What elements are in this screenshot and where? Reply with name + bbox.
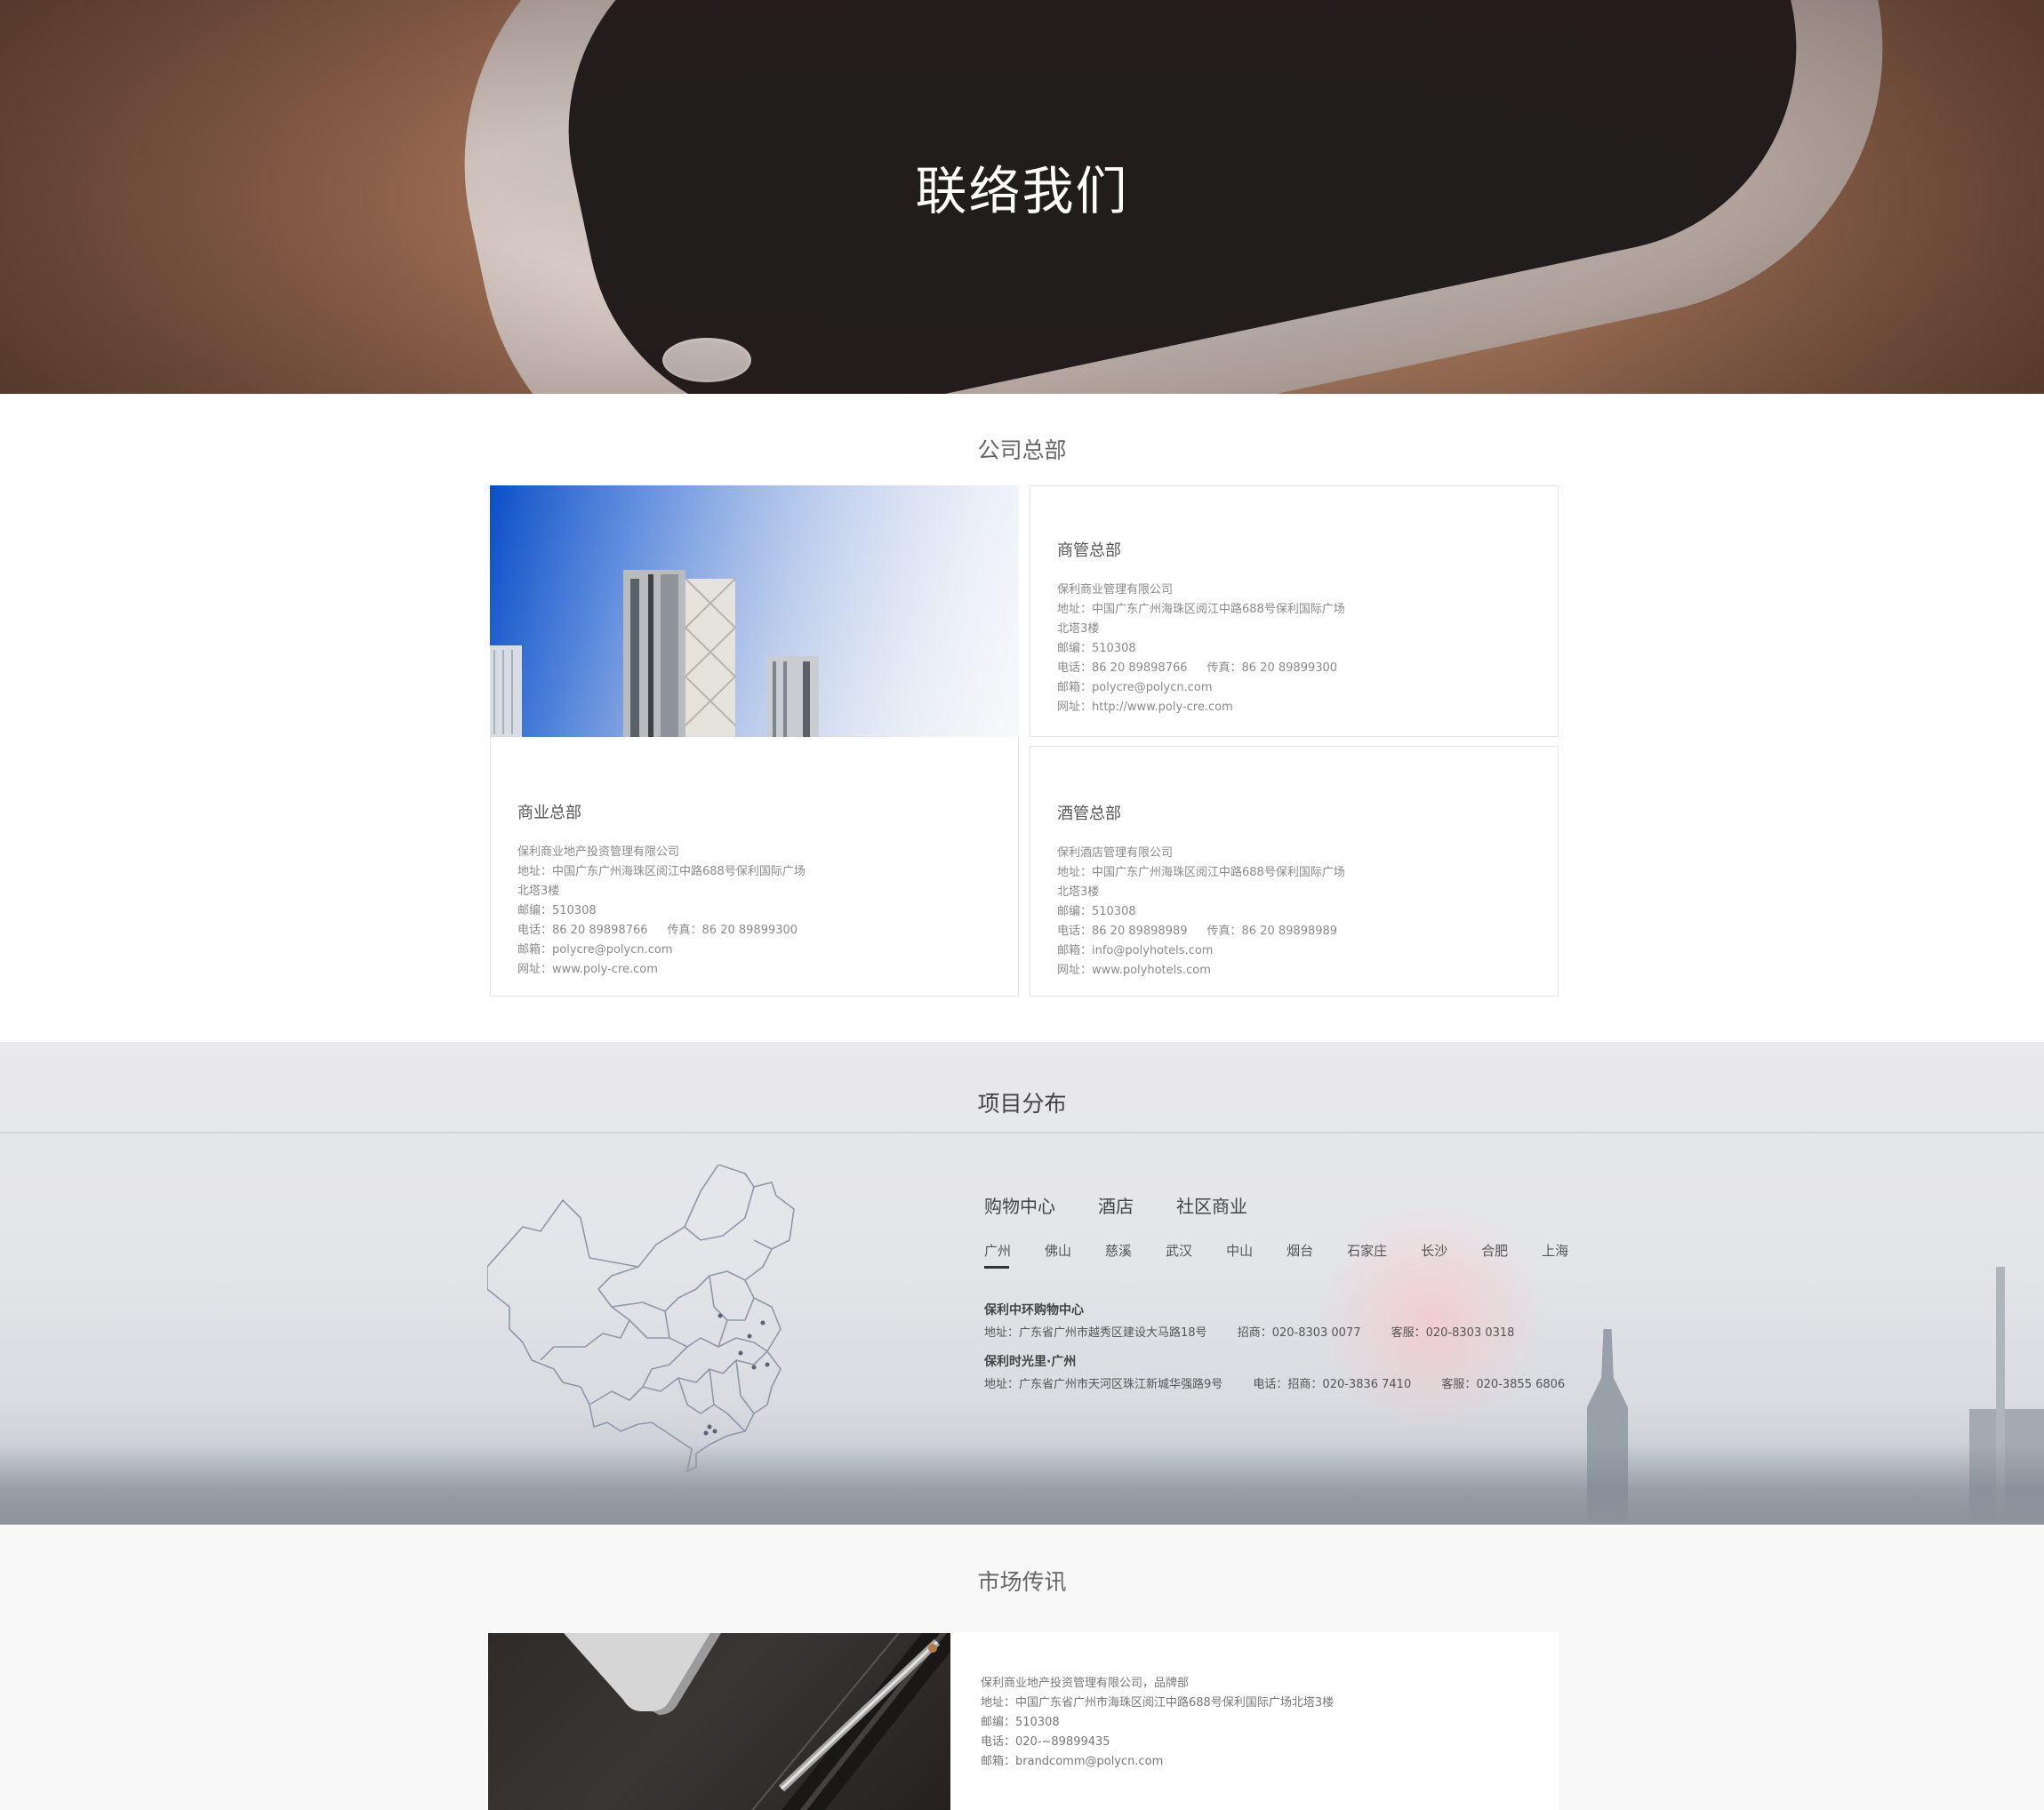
postcode: 邮编：510308 (1057, 642, 1136, 655)
card-heading: 酒管总部 (1057, 805, 1121, 823)
hero-banner: 联络我们 (0, 0, 2044, 394)
website-link[interactable]: 网址：www.poly-cre.com (517, 960, 998, 980)
phone: 电话：86 20 89898766 (517, 924, 648, 937)
city-tab-hefei[interactable]: 合肥 (1481, 1241, 1508, 1269)
hq-section-title: 公司总部 (977, 437, 1067, 463)
phone: 电话：86 20 89898766 (1057, 661, 1188, 675)
tab-shopping-center[interactable]: 购物中心 (984, 1192, 1055, 1218)
website-link[interactable]: 网址：http://www.poly-cre.com (1057, 698, 1537, 717)
city-tab-yantai[interactable]: 烟台 (1287, 1241, 1313, 1269)
project-address: 地址：广东省广州市越秀区建设大马路18号 (984, 1326, 1207, 1340)
tab-community-commerce[interactable]: 社区商业 (1176, 1192, 1247, 1218)
hq-card-commercial-management: 商管总部 保利商业管理有限公司 地址：中国广东广州海珠区阅江中路688号保利国际… (1030, 485, 1559, 737)
project-list: 保利中环购物中心 地址：广东省广州市越秀区建设大马路18号 招商：020-830… (984, 1301, 1591, 1404)
city-tab-shanghai[interactable]: 上海 (1542, 1241, 1568, 1269)
city-tab-shijiazhuang[interactable]: 石家庄 (1347, 1241, 1387, 1269)
postcode: 邮编：510308 (1057, 905, 1136, 918)
phone: 电话：86 20 89898989 (1057, 925, 1188, 938)
news-photo (488, 1633, 950, 1810)
address: 地址：中国广东广州海珠区阅江中路688号保利国际广场 (517, 865, 806, 878)
news-address: 地址：中国广东省广州市海珠区阅江中路688号保利国际广场北塔3楼 (981, 1696, 1335, 1710)
address-line-2: 北塔3楼 (517, 885, 560, 898)
city-tab-guangzhou[interactable]: 广州 (984, 1241, 1011, 1269)
company-name: 保利酒店管理有限公司 (1057, 846, 1174, 860)
section-divider (0, 1132, 2044, 1133)
hq-card-commercial: 商业总部 保利商业地产投资管理有限公司 地址：中国广东广州海珠区阅江中路688号… (490, 737, 1019, 997)
project-service-phone: 客服：020-3855 6806 (1441, 1378, 1566, 1391)
address: 地址：中国广东广州海珠区阅江中路688号保利国际广场 (1057, 866, 1345, 879)
city-tab-changsha[interactable]: 长沙 (1421, 1241, 1447, 1269)
city-tab-zhongshan[interactable]: 中山 (1226, 1241, 1253, 1269)
postcode: 邮编：510308 (517, 904, 597, 917)
email-link[interactable]: 邮箱：polycre@polycn.com (517, 941, 998, 960)
news-postcode: 邮编：510308 (981, 1716, 1060, 1729)
news-email-link[interactable]: 邮箱：brandcomm@polycn.com (981, 1752, 1528, 1772)
card-body: 酒管总部 保利酒店管理有限公司 地址：中国广东广州海珠区阅江中路688号保利国际… (1057, 801, 1537, 981)
page-title: 联络我们 (915, 161, 1129, 221)
project-address: 地址：广东省广州市天河区珠江新城华强路9号 (984, 1378, 1223, 1391)
project-detail: 地址：广东省广州市越秀区建设大马路18号 招商：020-8303 0077 客服… (984, 1323, 1591, 1340)
card-body: 商业总部 保利商业地产投资管理有限公司 地址：中国广东广州海珠区阅江中路688号… (517, 800, 998, 980)
phone-fax: 电话：86 20 89898989 传真：86 20 89898989 (1057, 922, 1537, 941)
card-heading: 商管总部 (1057, 541, 1121, 560)
card-body: 商管总部 保利商业管理有限公司 地址：中国广东广州海珠区阅江中路688号保利国际… (1057, 538, 1537, 717)
phone-fax: 电话：86 20 89898766 传真：86 20 89899300 (517, 921, 998, 941)
email-link[interactable]: 邮箱：polycre@polycn.com (1057, 678, 1537, 698)
project-name[interactable]: 保利时光里·广州 (984, 1352, 1591, 1370)
email-link[interactable]: 邮箱：info@polyhotels.com (1057, 941, 1537, 961)
company-name: 保利商业管理有限公司 (1057, 583, 1174, 597)
website-link[interactable]: 网址：www.polyhotels.com (1057, 961, 1537, 981)
list-item: 保利中环购物中心 地址：广东省广州市越秀区建设大马路18号 招商：020-830… (984, 1301, 1591, 1340)
card-heading: 商业总部 (517, 804, 581, 822)
address-line-2: 北塔3楼 (1057, 622, 1100, 636)
address-line-2: 北塔3楼 (1057, 885, 1100, 899)
city-tabs: 广州 佛山 慈溪 武汉 中山 烟台 石家庄 长沙 合肥 上海 (984, 1241, 1602, 1269)
project-name[interactable]: 保利中环购物中心 (984, 1301, 1591, 1318)
address: 地址：中国广东广州海珠区阅江中路688号保利国际广场 (1057, 603, 1345, 616)
hq-card-hotel-management: 酒管总部 保利酒店管理有限公司 地址：中国广东广州海珠区阅江中路688号保利国际… (1030, 746, 1559, 997)
category-tabs: 购物中心 酒店 社区商业 (984, 1192, 1247, 1218)
phone-fax: 电话：86 20 89898766 传真：86 20 89899300 (1057, 659, 1537, 678)
news-company: 保利商业地产投资管理有限公司，品牌部 (981, 1677, 1190, 1690)
fax: 传真：86 20 89898989 (1206, 925, 1338, 938)
news-phone: 电话：020-~89899435 (981, 1735, 1110, 1749)
city-tab-wuhan[interactable]: 武汉 (1166, 1241, 1192, 1269)
project-detail: 地址：广东省广州市天河区珠江新城华强路9号 电话：招商：020-3836 741… (984, 1374, 1591, 1391)
fax: 传真：86 20 89899300 (667, 924, 798, 937)
fax: 传真：86 20 89899300 (1206, 661, 1338, 675)
list-item: 保利时光里·广州 地址：广东省广州市天河区珠江新城华强路9号 电话：招商：020… (984, 1352, 1591, 1391)
hq-building-photo (490, 485, 1019, 737)
laptop-pen-illustration (564, 1633, 950, 1810)
tab-hotel[interactable]: 酒店 (1098, 1192, 1134, 1218)
city-skyline-image (0, 1445, 2044, 1525)
project-investment-phone: 电话：招商：020-3836 7410 (1253, 1378, 1412, 1391)
china-map-icon[interactable] (487, 1165, 865, 1485)
projects-section-title: 项目分布 (977, 1091, 1067, 1117)
company-name: 保利商业地产投资管理有限公司 (517, 845, 680, 859)
building-illustration (490, 485, 1019, 737)
project-investment-phone: 招商：020-8303 0077 (1237, 1326, 1361, 1340)
city-tab-cixi[interactable]: 慈溪 (1105, 1241, 1132, 1269)
news-section-title: 市场传讯 (977, 1569, 1067, 1595)
project-service-phone: 客服：020-8303 0318 (1391, 1326, 1515, 1340)
city-tab-foshan[interactable]: 佛山 (1045, 1241, 1071, 1269)
news-contact-card: 保利商业地产投资管理有限公司，品牌部 地址：中国广东省广州市海珠区阅江中路688… (950, 1633, 1559, 1810)
